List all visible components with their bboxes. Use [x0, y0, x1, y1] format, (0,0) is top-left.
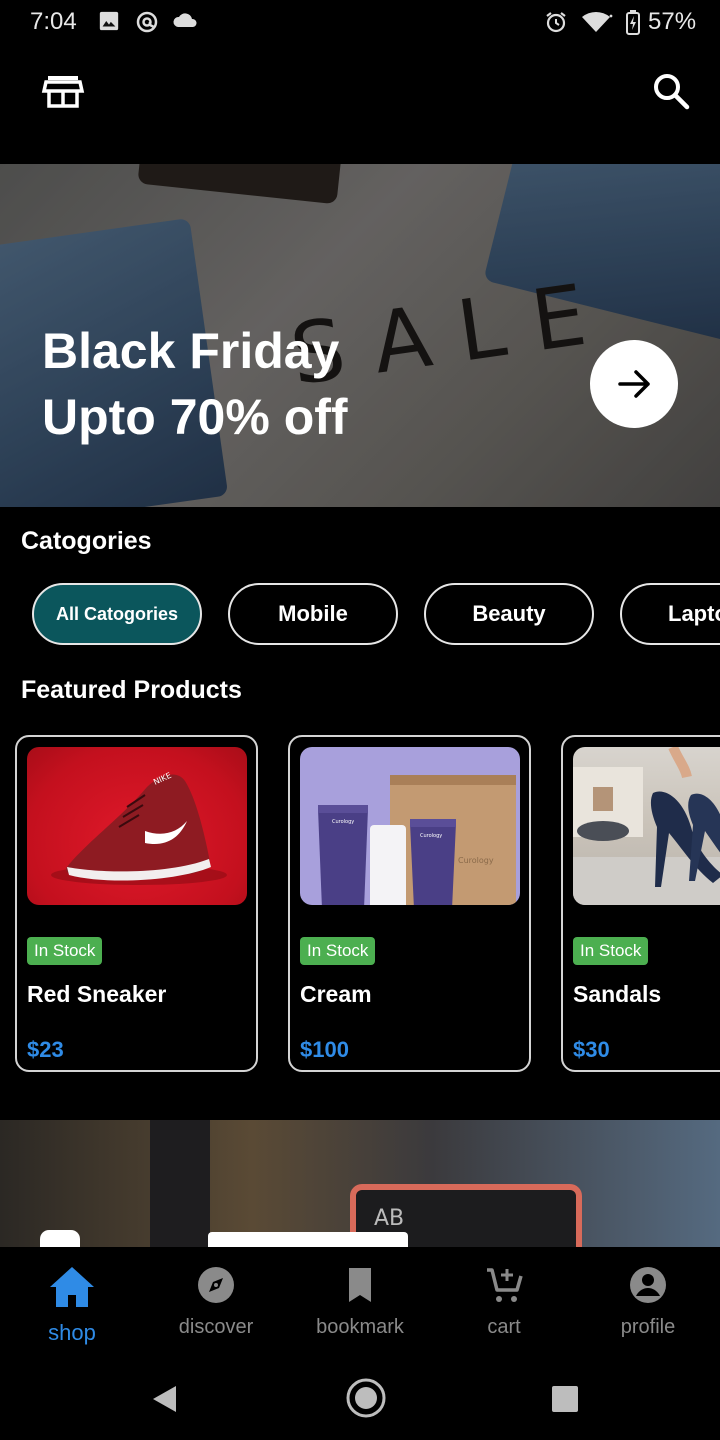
cart-add-icon: [487, 1268, 523, 1302]
featured-title: Featured Products: [21, 676, 242, 704]
recents-icon[interactable]: [552, 1386, 578, 1412]
product-card[interactable]: In Stock Sandals $30: [561, 735, 720, 1072]
chip-mobile[interactable]: Mobile: [228, 583, 398, 645]
banner2-text-fragment: [208, 1232, 408, 1248]
product-name: Sandals: [573, 981, 662, 1007]
product-name: Red Sneaker: [27, 981, 167, 1007]
system-nav-bar: [0, 1357, 720, 1440]
hero-subtitle: Upto 70% off: [42, 389, 348, 445]
compass-icon: [198, 1267, 234, 1303]
product-name: Cream: [300, 981, 372, 1007]
search-icon[interactable]: [648, 68, 694, 114]
arrow-right-icon: [618, 370, 650, 398]
home-button-icon[interactable]: [345, 1377, 387, 1419]
bottom-nav: shop discover bookmark cart profile: [0, 1247, 720, 1357]
store-icon[interactable]: [40, 68, 86, 114]
nav-discover[interactable]: discover: [144, 1265, 288, 1339]
hero-title: Black Friday: [42, 323, 340, 379]
status-time: 7:04: [30, 8, 77, 35]
nav-label-discover: discover: [178, 1316, 254, 1338]
stock-badge: In Stock: [27, 937, 103, 965]
product-card[interactable]: Curology Curology Curology In Stock Crea…: [288, 735, 531, 1072]
tube-brand-text-2: Curology: [420, 833, 442, 839]
nav-cart[interactable]: cart: [432, 1265, 576, 1339]
nav-profile[interactable]: profile: [576, 1265, 720, 1339]
status-bar: 7:04 57%: [0, 0, 720, 44]
nav-label-cart: cart: [487, 1316, 521, 1338]
banner2-sign-text: AB: [374, 1206, 405, 1231]
account-circle-icon: [630, 1267, 666, 1303]
hero-banner[interactable]: SALE Black Friday Upto 70% off: [0, 164, 720, 507]
product-card[interactable]: NIKE In Stock Red Sneaker $23: [15, 735, 258, 1072]
sneaker-illustration: NIKE: [51, 771, 227, 885]
product-price: $30: [573, 1037, 610, 1062]
banner2-text-fragment: [40, 1230, 80, 1248]
product-image-sandals: [573, 747, 720, 905]
chip-beauty[interactable]: Beauty: [424, 583, 594, 645]
at-sign-icon: [136, 11, 158, 33]
product-image-cream: Curology Curology Curology: [300, 747, 520, 905]
sandals-illustration: [573, 747, 720, 905]
product-row: NIKE In Stock Red Sneaker $23 Curology C…: [0, 734, 720, 1076]
tube-brand-text: Curology: [332, 819, 354, 825]
product-price: $100: [300, 1037, 349, 1062]
battery-charging-icon: [626, 10, 640, 35]
alarm-icon: [546, 12, 566, 33]
nav-label-bookmark: bookmark: [316, 1316, 404, 1338]
cloud-icon: [173, 13, 197, 27]
nav-label-shop: shop: [48, 1320, 96, 1345]
battery-percent: 57%: [648, 8, 697, 35]
secondary-banner[interactable]: AB: [0, 1120, 720, 1248]
chip-laptops[interactable]: Laptops: [620, 583, 720, 645]
home-icon: [50, 1267, 94, 1307]
cream-illustration: Curology Curology Curology: [318, 775, 516, 905]
hero-arrow-button[interactable]: [590, 340, 678, 428]
wifi-icon: [582, 11, 613, 32]
chip-all-categories[interactable]: All Catogories: [32, 583, 202, 645]
nav-shop[interactable]: shop: [0, 1265, 144, 1346]
category-chip-row: All Catogories Mobile Beauty Laptops: [0, 582, 720, 650]
categories-title: Catogories: [21, 527, 152, 555]
stock-badge: In Stock: [573, 937, 649, 965]
back-icon[interactable]: [150, 1384, 180, 1414]
product-image-sneaker: NIKE: [27, 747, 247, 905]
nav-label-profile: profile: [620, 1316, 676, 1338]
banner2-pillar: [150, 1120, 210, 1248]
stock-badge: In Stock: [300, 937, 376, 965]
box-brand-text: Curology: [458, 856, 494, 865]
app-bar: [0, 44, 720, 164]
product-price: $23: [27, 1037, 64, 1062]
bookmark-icon: [349, 1268, 371, 1302]
nav-bookmark[interactable]: bookmark: [288, 1265, 432, 1339]
image-icon: [99, 11, 119, 31]
